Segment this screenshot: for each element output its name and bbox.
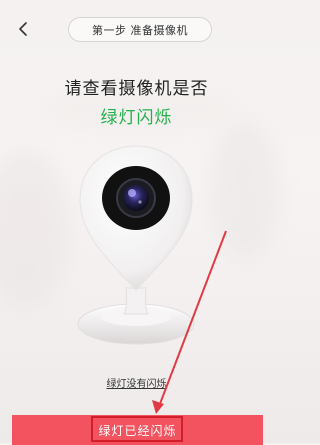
page-heading: 请查看摄像机是否 — [64, 79, 209, 99]
background-decoration — [0, 150, 70, 310]
page-subheading: 绿灯闪烁 — [100, 108, 173, 128]
step-title: 第一步 准备摄像机 — [68, 17, 212, 42]
background-decoration — [210, 120, 280, 260]
back-button[interactable] — [6, 12, 40, 46]
no-blink-link[interactable]: 绿灯没有闪烁 — [0, 375, 273, 390]
back-chevron-icon — [19, 22, 27, 36]
green-light-blinking-button[interactable]: 绿灯已经闪烁 — [12, 415, 263, 445]
camera-illustration — [77, 145, 195, 345]
